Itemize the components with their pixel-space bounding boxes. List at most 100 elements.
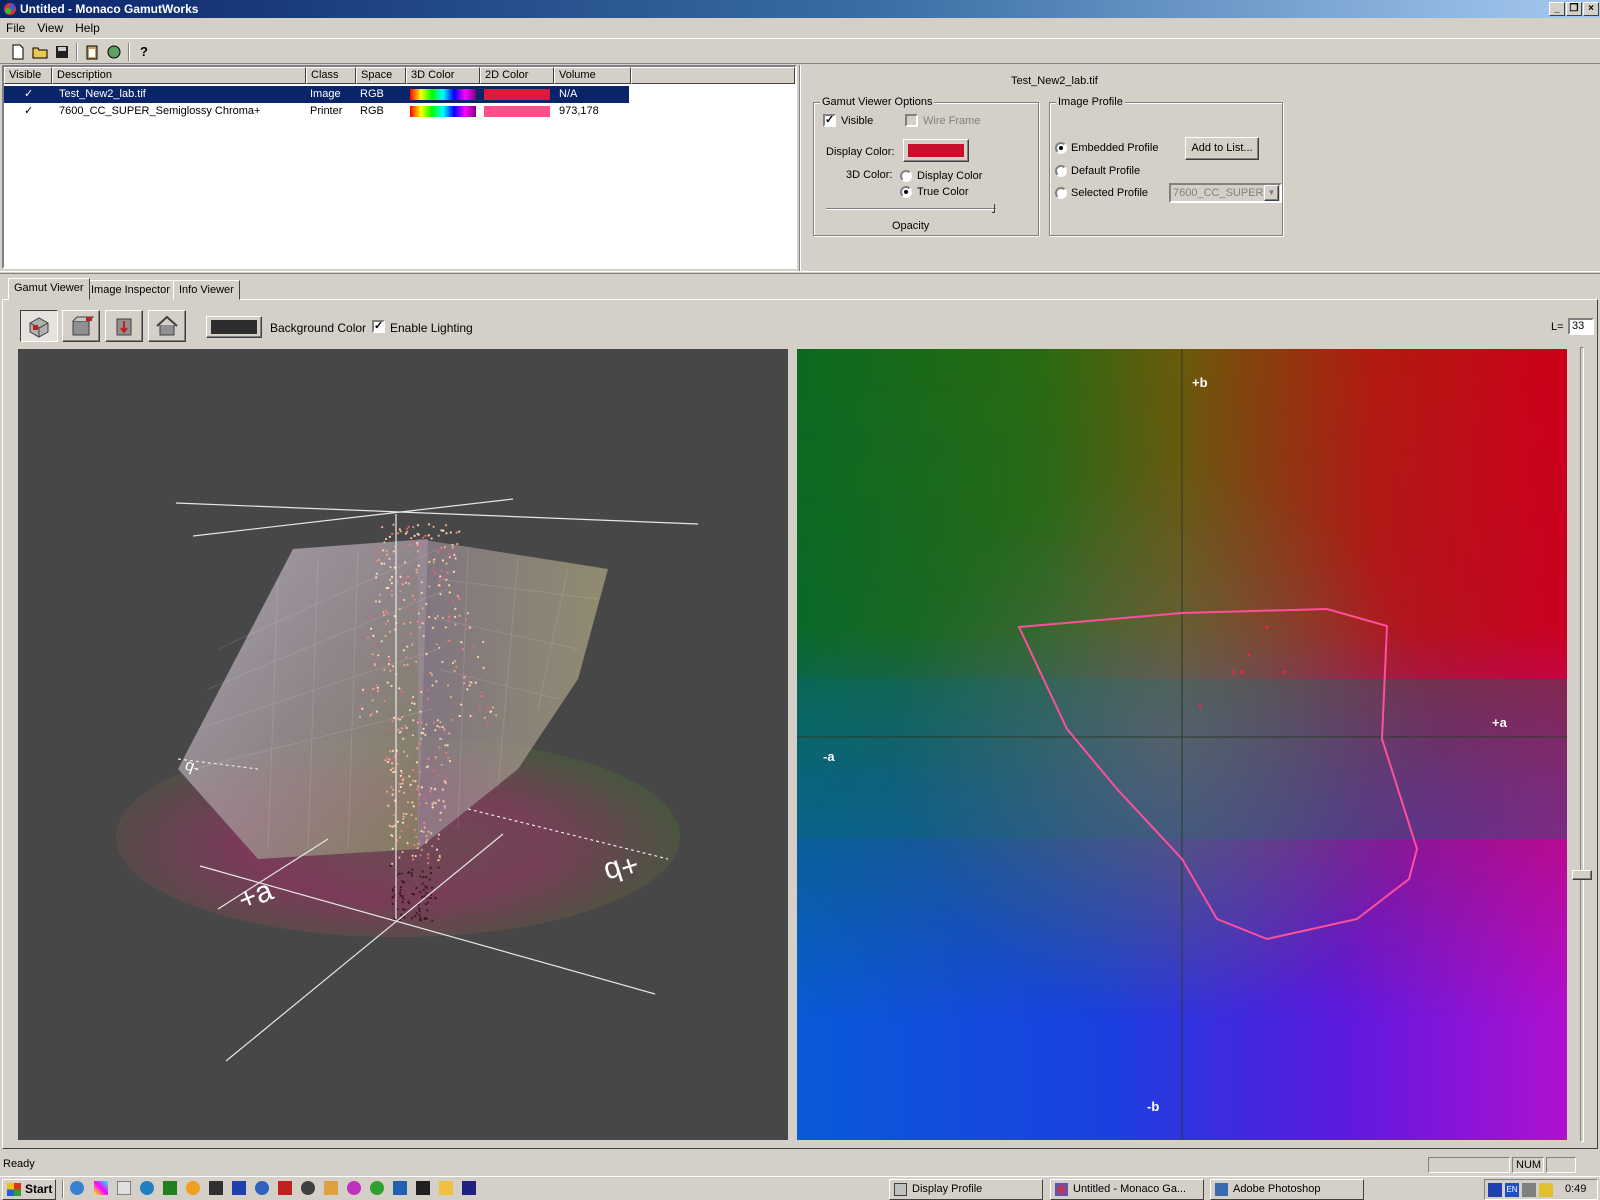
app-icon[interactable] [347,1181,361,1195]
app-icon[interactable] [416,1181,430,1195]
tab-gamut-viewer[interactable]: Gamut Viewer [8,278,90,300]
table-row[interactable]: ✓ 7600_CC_SUPER_Semiglossy Chroma+ Print… [4,103,629,120]
side-view-icon[interactable] [105,310,143,342]
gamut-point [392,523,395,526]
tray-icon[interactable] [1522,1183,1536,1197]
app-icon[interactable] [393,1181,407,1195]
chevron-down-icon[interactable]: ▼ [1264,185,1279,201]
gamut-point [432,626,435,629]
app-icon[interactable] [117,1181,131,1195]
column-3d-color[interactable]: 3D Color [406,67,480,84]
visible-checkbox[interactable]: ✓ [823,114,836,127]
gamut-2d-canvas[interactable]: +b -b +a -a [797,349,1567,1140]
app-icon[interactable] [278,1181,292,1195]
visible-check[interactable]: ✓ [24,103,33,120]
gamut-point [425,834,428,838]
display-color-radio[interactable] [900,170,912,182]
home-view-icon[interactable] [148,310,186,342]
task-monaco-gamutworks[interactable]: Untitled - Monaco Ga... [1050,1179,1204,1200]
gamut-point [442,529,445,532]
app-icon[interactable] [370,1181,384,1195]
gamut-point [411,801,414,804]
task-adobe-photoshop[interactable]: Adobe Photoshop [1210,1179,1364,1200]
app-icon[interactable] [186,1181,200,1195]
excel-icon[interactable] [163,1181,177,1195]
table-row[interactable]: ✓ Test_New2_lab.tif Image RGB N/A [4,86,629,103]
gamut-point [411,734,414,737]
app-icon[interactable] [324,1181,338,1195]
app-icon[interactable] [301,1181,315,1195]
language-icon[interactable]: EN [1505,1183,1519,1197]
color-app-icon[interactable] [94,1181,108,1195]
gamut-point [359,715,362,718]
gamut-2d-view[interactable]: +b -b +a -a [797,349,1567,1140]
top-view-icon[interactable] [62,310,100,342]
column-visible[interactable]: Visible [4,67,52,84]
gamut-point [397,532,400,535]
add-to-list-button[interactable]: Add to List... [1185,137,1259,160]
column-volume[interactable]: Volume [554,67,631,84]
gamut-point [453,615,457,619]
app-icon[interactable] [439,1181,453,1195]
app-icon[interactable] [255,1181,269,1195]
gamut-point [386,619,390,623]
tray-icon[interactable] [1488,1183,1502,1197]
app-icon[interactable] [209,1181,223,1195]
gamut-point [387,655,390,658]
default-profile-radio[interactable] [1055,165,1067,177]
ie-icon[interactable] [70,1181,84,1195]
cube-view-icon[interactable] [20,310,58,342]
visible-check[interactable]: ✓ [24,86,33,103]
app-icon[interactable] [140,1181,154,1195]
menu-view[interactable]: View [31,18,69,35]
gamut-point [362,690,365,693]
close-button[interactable]: × [1583,2,1599,16]
background-color-button[interactable] [206,316,262,338]
gamut-3d-canvas[interactable]: +a +b -b [18,349,788,1140]
tab-info-viewer[interactable]: Info Viewer [173,280,240,300]
gamut-3d-view[interactable]: +a +b -b [18,349,788,1140]
tray-icon[interactable] [1539,1183,1553,1197]
splitter[interactable] [0,271,1600,274]
menu-help[interactable]: Help [69,18,106,35]
embedded-profile-radio[interactable] [1055,142,1067,154]
export-icon[interactable] [104,42,124,62]
save-icon[interactable] [52,42,72,62]
word-icon[interactable] [232,1181,246,1195]
clipboard-icon[interactable] [82,42,102,62]
start-button[interactable]: Start [2,1179,56,1200]
vertical-splitter[interactable] [799,65,801,271]
help-icon[interactable]: ? [134,42,154,62]
open-folder-icon[interactable] [30,42,50,62]
menu-file[interactable]: File [0,18,31,35]
wireframe-checkbox[interactable] [905,114,918,127]
column-space[interactable]: Space [356,67,406,84]
save-icon[interactable] [462,1181,476,1195]
gamut-point [405,726,408,730]
profile-dropdown[interactable]: 7600_CC_SUPER_ ▼ [1169,183,1282,203]
gamut-point [404,724,407,727]
gamut-point [378,593,382,596]
gamut-point [443,805,446,808]
column-class[interactable]: Class [306,67,356,84]
enable-lighting-checkbox[interactable]: ✓ [372,320,385,333]
opacity-slider-thumb[interactable] [992,204,995,213]
row-2d-color-swatch [484,106,550,117]
tab-image-inspector[interactable]: Image Inspector [85,280,176,300]
minimize-button[interactable]: _ [1549,2,1565,16]
column-description[interactable]: Description [52,67,306,84]
task-display-profile[interactable]: Display Profile [889,1179,1043,1200]
l-slider-track[interactable] [1580,347,1584,1142]
l-slider-thumb[interactable] [1572,870,1592,880]
new-file-icon[interactable] [8,42,28,62]
gamut-point [377,552,380,555]
opacity-slider[interactable] [826,208,996,210]
display-color-button[interactable] [903,139,969,162]
restore-button[interactable]: ❐ [1566,2,1582,16]
gamut-point [458,597,461,600]
l-value-input[interactable]: 33 [1568,318,1594,335]
selected-profile-radio[interactable] [1055,187,1067,199]
column-2d-color[interactable]: 2D Color [480,67,554,84]
true-color-radio[interactable] [900,186,912,198]
toolbar: ? [0,38,1600,64]
